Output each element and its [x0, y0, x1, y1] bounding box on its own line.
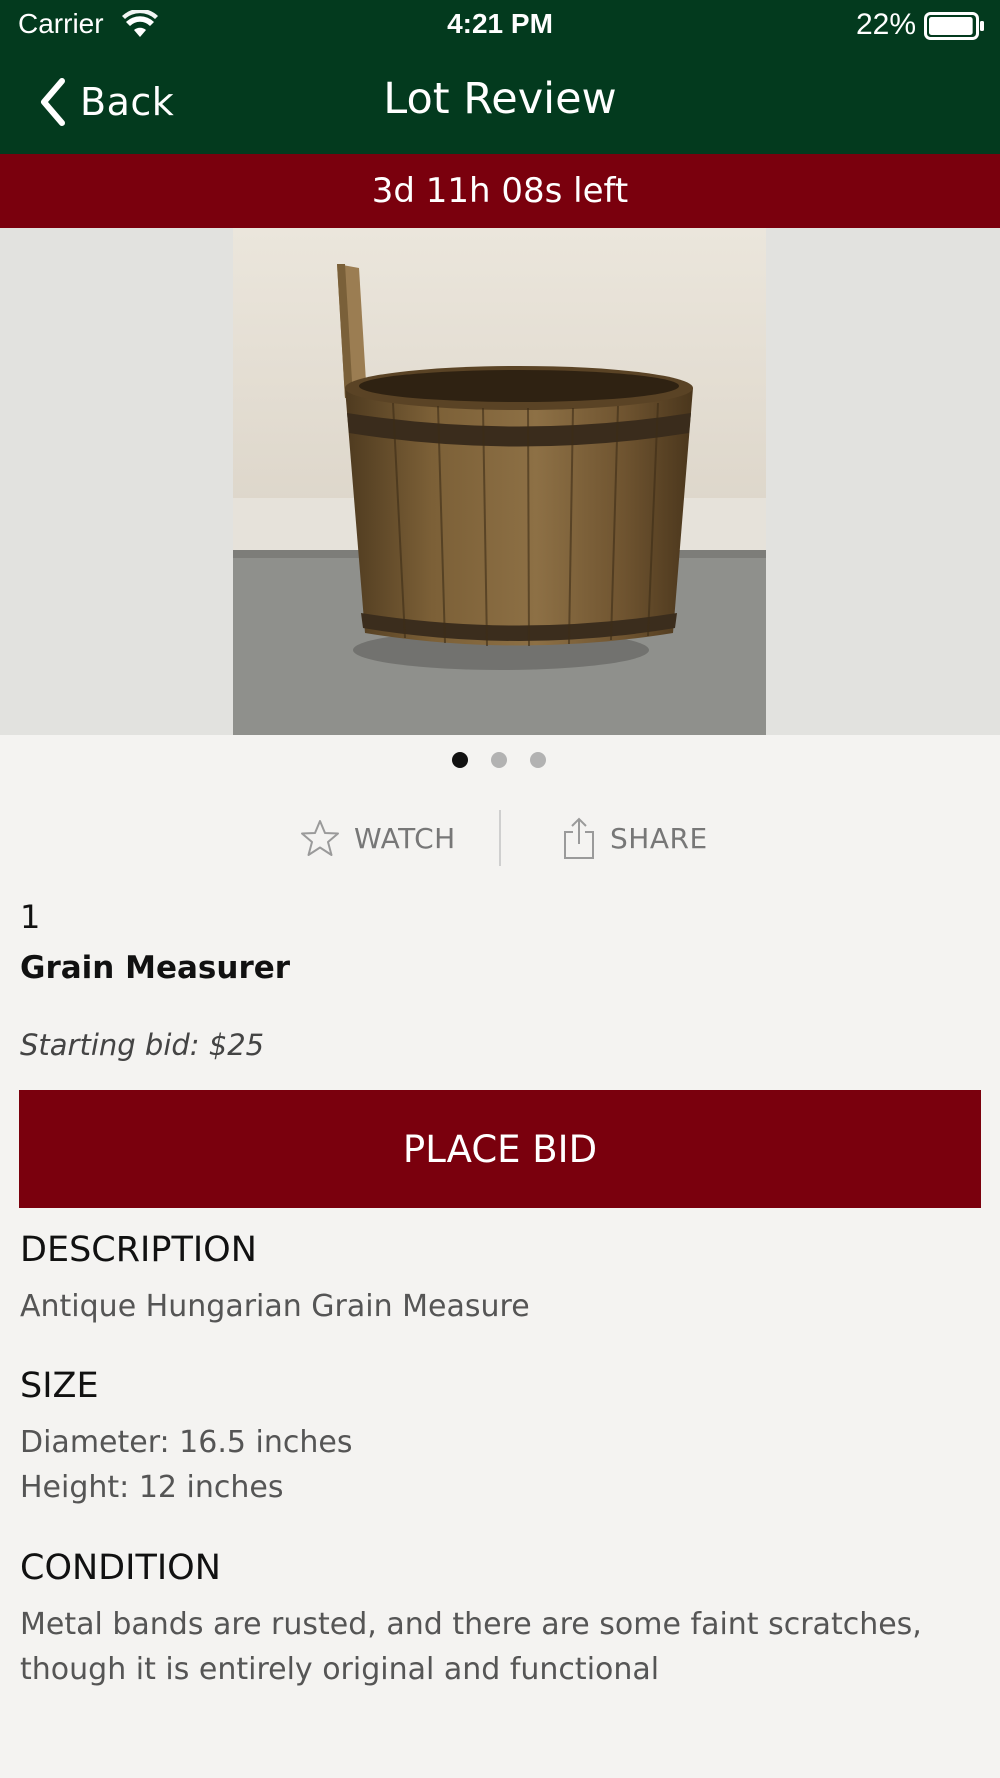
description-line: Antique Hungarian Grain Measure	[20, 1289, 530, 1324]
lot-photo	[233, 228, 766, 735]
condition-text: Metal bands are rusted, and there are so…	[20, 1602, 922, 1692]
page-dot[interactable]	[491, 752, 507, 768]
share-icon	[564, 817, 594, 859]
description-text: Antique Hungarian Grain Measure	[20, 1284, 530, 1329]
lot-number: 1	[20, 898, 41, 936]
watch-label: WATCH	[354, 821, 456, 855]
countdown-text: 3d 11h 08s left	[371, 171, 629, 211]
condition-line: though it is entirely original and funct…	[20, 1652, 660, 1687]
status-bar: Carrier 4:21 PM 22%	[0, 0, 1000, 52]
condition-heading: CONDITION	[20, 1548, 221, 1588]
navigation-bar: Back Lot Review	[0, 52, 1000, 154]
starting-bid: Starting bid: $25	[20, 1028, 265, 1062]
size-heading: SIZE	[20, 1366, 99, 1406]
battery-icon	[924, 12, 984, 40]
share-button[interactable]: SHARE	[562, 810, 708, 866]
clock: 4:21 PM	[447, 8, 553, 39]
lot-title: Grain Measurer	[20, 950, 291, 986]
share-label: SHARE	[610, 821, 708, 855]
battery-percentage: 22%	[855, 8, 916, 41]
divider	[499, 810, 501, 866]
place-bid-button[interactable]: PLACE BID	[19, 1090, 981, 1208]
page-title: Lot Review	[383, 74, 617, 124]
countdown-banner: 3d 11h 08s left	[0, 154, 1000, 228]
star-icon	[301, 820, 339, 856]
page-dot[interactable]	[452, 752, 468, 768]
image-carousel[interactable]	[0, 228, 1000, 735]
size-line: Diameter: 16.5 inches	[20, 1425, 353, 1460]
condition-line: Metal bands are rusted, and there are so…	[20, 1607, 922, 1642]
watch-button[interactable]: WATCH	[300, 810, 456, 866]
page-dot[interactable]	[530, 752, 546, 768]
action-row: WATCH SHARE	[0, 810, 1000, 866]
size-text: Diameter: 16.5 inches Height: 12 inches	[20, 1420, 352, 1510]
size-line: Height: 12 inches	[20, 1470, 284, 1505]
carousel-page-indicator[interactable]	[0, 752, 1000, 768]
description-heading: DESCRIPTION	[20, 1230, 257, 1270]
